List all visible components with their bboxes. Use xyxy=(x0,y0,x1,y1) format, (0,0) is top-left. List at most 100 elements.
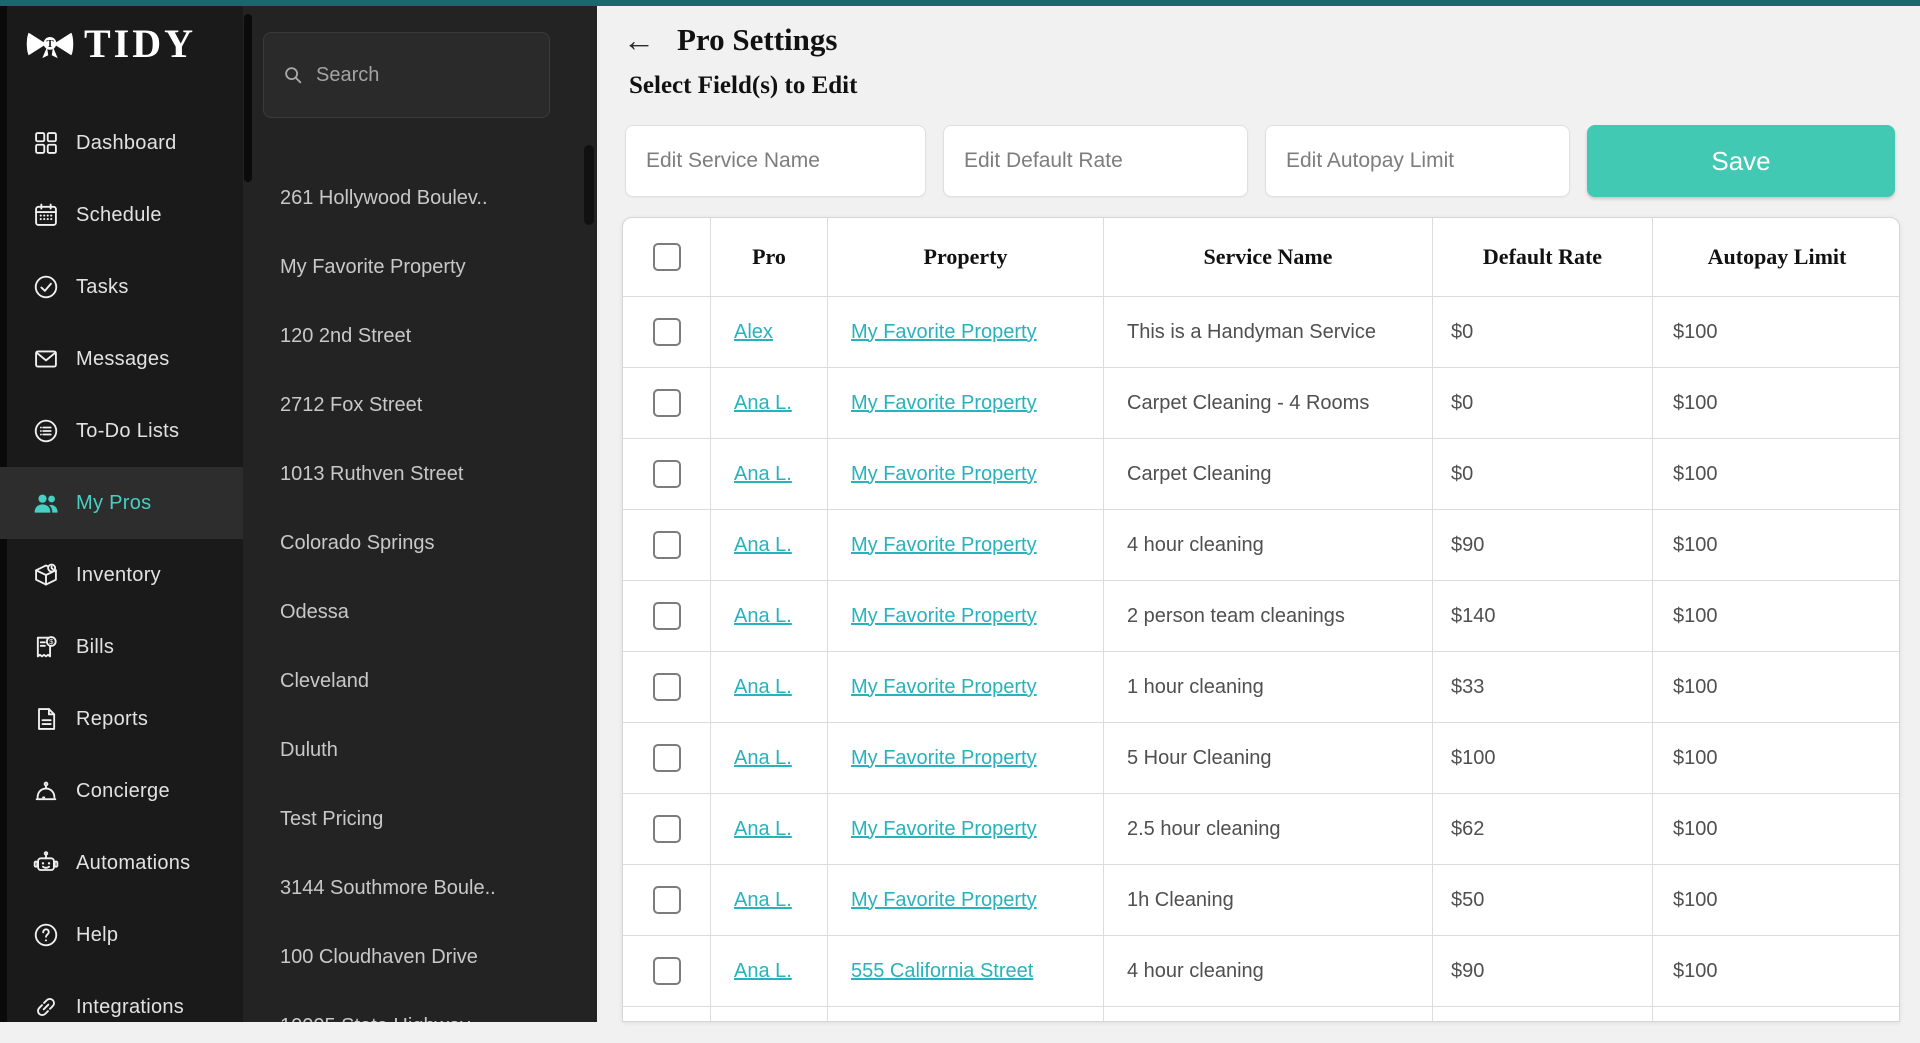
row-select-cell[interactable] xyxy=(623,510,711,581)
sidebar-item-label: Automations xyxy=(76,852,190,875)
back-arrow-icon[interactable]: ← xyxy=(617,20,661,60)
property-link[interactable]: My Favorite Property xyxy=(851,818,1037,841)
property-link[interactable]: My Favorite Property xyxy=(851,605,1037,628)
property-link[interactable]: 555 California Street xyxy=(851,960,1033,983)
edit-autopay-limit-input[interactable] xyxy=(1265,125,1570,197)
sidebar-item-help[interactable]: Help xyxy=(0,899,243,971)
service-name-cell: This is a Handyman Service xyxy=(1104,297,1433,368)
property-link[interactable]: My Favorite Property xyxy=(851,534,1037,557)
row-select-cell[interactable] xyxy=(623,865,711,936)
pro-link[interactable]: Ana L. xyxy=(734,889,792,912)
row-checkbox[interactable] xyxy=(653,389,681,417)
row-select-cell[interactable] xyxy=(623,581,711,652)
property-list-item[interactable]: Test Pricing xyxy=(243,785,597,854)
row-checkbox[interactable] xyxy=(653,318,681,346)
save-button[interactable]: Save xyxy=(1587,125,1895,197)
sidebar-scrollbar-thumb[interactable] xyxy=(244,14,252,182)
row-select-cell[interactable] xyxy=(623,723,711,794)
property-list-item[interactable]: 100 Cloudhaven Drive xyxy=(243,923,597,992)
table-row: Ana L. 555 California Street 4 hour clea… xyxy=(623,936,1899,1007)
property-list-item[interactable]: Duluth xyxy=(243,716,597,785)
property-list-item[interactable]: My Favorite Property xyxy=(243,233,597,302)
row-checkbox[interactable] xyxy=(653,886,681,914)
pro-link[interactable]: Alex xyxy=(734,321,773,344)
pro-link[interactable]: Ana L. xyxy=(734,605,792,628)
property-link[interactable]: My Favorite Property xyxy=(851,676,1037,699)
sidebar-item-automations[interactable]: Automations xyxy=(0,827,243,899)
edit-default-rate-input[interactable] xyxy=(943,125,1248,197)
pro-link[interactable]: Ana L. xyxy=(734,960,792,983)
property-link[interactable]: My Favorite Property xyxy=(851,463,1037,486)
sidebar-item-bills[interactable]: $ Bills xyxy=(0,611,243,683)
row-checkbox[interactable] xyxy=(653,531,681,559)
row-checkbox[interactable] xyxy=(653,957,681,985)
pro-link[interactable]: Ana L. xyxy=(734,818,792,841)
pro-link[interactable]: Ana L. xyxy=(734,534,792,557)
property-list-item[interactable]: Odessa xyxy=(243,578,597,647)
default-rate-cell: $140 xyxy=(1433,581,1653,652)
nav-sidebar: T TIDY Dashboard Schedule Tasks Messages… xyxy=(0,6,243,1022)
row-checkbox[interactable] xyxy=(653,673,681,701)
table-row: Alex My Favorite Property This is a Hand… xyxy=(623,297,1899,368)
sidebar-item-reports[interactable]: Reports xyxy=(0,683,243,755)
property-link[interactable]: My Favorite Property xyxy=(851,747,1037,770)
sidebar-item-concierge[interactable]: Concierge xyxy=(0,755,243,827)
pro-link[interactable]: Ana L. xyxy=(734,676,792,699)
bow-icon: T xyxy=(24,26,76,62)
pro-link[interactable]: Ana L. xyxy=(734,747,792,770)
row-select-cell[interactable] xyxy=(623,936,711,1007)
table-header-row: Pro Property Service Name Default Rate A… xyxy=(623,218,1899,297)
property-list-item[interactable]: 120 2nd Street xyxy=(243,302,597,371)
row-select-cell[interactable] xyxy=(623,297,711,368)
default-rate-cell: $0 xyxy=(1433,297,1653,368)
row-checkbox[interactable] xyxy=(653,815,681,843)
row-select-cell[interactable] xyxy=(623,1007,711,1022)
property-link[interactable]: My Favorite Property xyxy=(851,321,1037,344)
sidebar-item-tasks[interactable]: Tasks xyxy=(0,251,243,323)
default-rate-cell: $90 xyxy=(1433,510,1653,581)
search-input[interactable] xyxy=(314,63,531,88)
autopay-limit-cell: $100 xyxy=(1653,510,1900,581)
property-list-item[interactable]: 2712 Fox Street xyxy=(243,371,597,440)
autopay-limit-cell: $100 xyxy=(1653,865,1900,936)
row-checkbox[interactable] xyxy=(653,602,681,630)
row-checkbox[interactable] xyxy=(653,744,681,772)
property-list-scrollbar-thumb[interactable] xyxy=(584,145,594,225)
row-select-cell[interactable] xyxy=(623,652,711,723)
property-list-item[interactable]: 3144 Southmore Boule.. xyxy=(243,854,597,923)
row-select-cell[interactable] xyxy=(623,439,711,510)
column-header-default-rate: Default Rate xyxy=(1433,218,1653,297)
property-link[interactable]: My Favorite Property xyxy=(851,889,1037,912)
sidebar-item-to-do-lists[interactable]: To-Do Lists xyxy=(0,395,243,467)
property-list-item[interactable]: Colorado Springs xyxy=(243,509,597,578)
service-name-cell xyxy=(1104,1007,1433,1022)
table-row: Ana L. My Favorite Property 1h Cleaning … xyxy=(623,865,1899,936)
edit-service-name-input[interactable] xyxy=(625,125,926,197)
report-document-icon xyxy=(32,705,60,733)
sidebar-item-inventory[interactable]: Inventory xyxy=(0,539,243,611)
select-all-cell[interactable] xyxy=(623,218,711,297)
row-checkbox[interactable] xyxy=(653,460,681,488)
pro-link[interactable]: Ana L. xyxy=(734,463,792,486)
help-question-icon xyxy=(32,921,60,949)
row-select-cell[interactable] xyxy=(623,368,711,439)
autopay-limit-cell xyxy=(1653,1007,1900,1022)
sidebar-item-schedule[interactable]: Schedule xyxy=(0,179,243,251)
property-list-item[interactable]: 10005 State Highway.. xyxy=(243,992,597,1022)
search-box[interactable] xyxy=(263,32,550,118)
property-link[interactable]: My Favorite Property xyxy=(851,392,1037,415)
select-all-checkbox[interactable] xyxy=(653,243,681,271)
sidebar-item-dashboard[interactable]: Dashboard xyxy=(0,107,243,179)
property-list-item[interactable]: 1013 Ruthven Street xyxy=(243,440,597,509)
service-name-cell: Carpet Cleaning xyxy=(1104,439,1433,510)
pro-link[interactable]: Ana L. xyxy=(734,392,792,415)
row-select-cell[interactable] xyxy=(623,794,711,865)
sidebar-item-messages[interactable]: Messages xyxy=(0,323,243,395)
autopay-limit-cell: $100 xyxy=(1653,439,1900,510)
table-row: Ana L. My Favorite Property 4 hour clean… xyxy=(623,510,1899,581)
sidebar-item-my-pros[interactable]: My Pros xyxy=(0,467,243,539)
sidebar-item-label: My Pros xyxy=(76,492,151,515)
property-list-item[interactable]: Cleveland xyxy=(243,647,597,716)
sidebar-item-integrations[interactable]: Integrations xyxy=(0,971,243,1043)
property-list-item[interactable]: 261 Hollywood Boulev.. xyxy=(243,164,597,233)
